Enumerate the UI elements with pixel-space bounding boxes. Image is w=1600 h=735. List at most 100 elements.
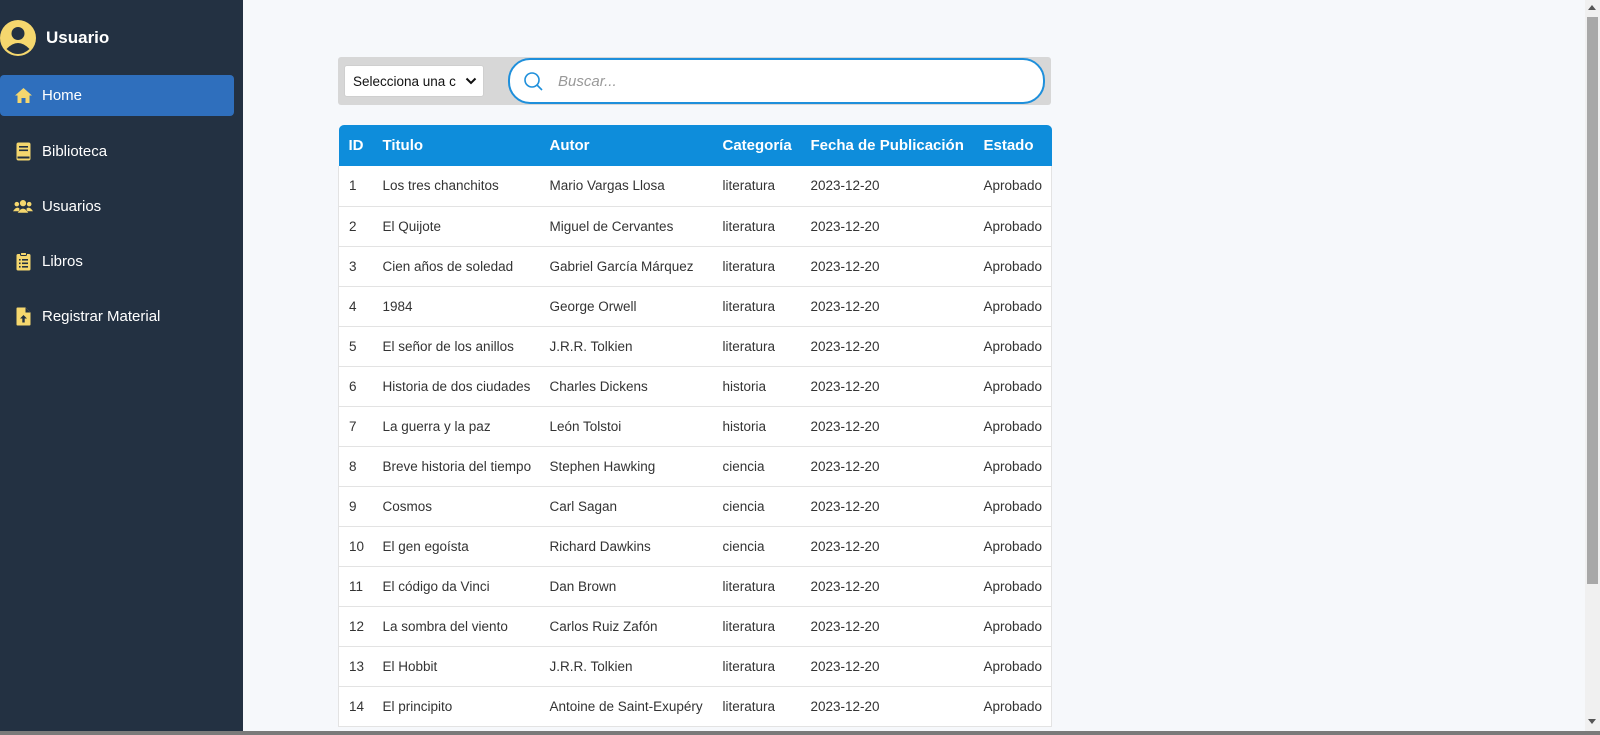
table-row[interactable]: 7 La guerra y la paz León Tolstoi historia 2… — [338, 406, 1052, 446]
cell-estado: Aprobado — [973, 326, 1052, 366]
column-header-id[interactable]: ID — [339, 125, 373, 166]
cell-categoria: literatura — [722, 258, 776, 274]
cell-fecha: 2023-12-20 — [810, 338, 880, 354]
cell-id: 9 — [338, 486, 373, 526]
table-row[interactable]: 9 Cosmos Carl Sagan ciencia 2023-12-20 Aproba… — [338, 486, 1052, 526]
cell-titulo: El Quijote — [382, 218, 442, 234]
cell-fecha: 2023-12-20 — [810, 298, 880, 314]
table-row[interactable]: 3 Cien años de soledad Gabriel García Márq… — [338, 246, 1052, 286]
column-header-fecha[interactable]: Fecha de Publicación — [801, 125, 974, 166]
category-select[interactable]: Selecciona una c — [344, 65, 484, 97]
table-row[interactable]: 11 El código da Vinci Dan Brown literatura 2… — [338, 566, 1052, 606]
sidebar-item-libros[interactable]: Libros — [0, 241, 234, 282]
search-box[interactable] — [508, 58, 1045, 104]
sidebar-item-label: Libros — [42, 253, 83, 270]
table-row[interactable]: 4 1984 George Orwell literatura 2023-12-20 Ap… — [338, 286, 1052, 326]
cell-categoria: literatura — [722, 298, 776, 314]
cell-titulo: El código da Vinci — [382, 578, 490, 594]
table-row[interactable]: 13 El Hobbit J.R.R. Tolkien literatura 2023-… — [338, 646, 1052, 686]
cell-categoria: historia — [722, 418, 767, 434]
table-row[interactable]: 6 Historia de dos ciudades Charles Dickens… — [338, 366, 1052, 406]
cell-titulo: La sombra del viento — [382, 618, 508, 634]
books-table: ID Titulo Autor Categoría Fecha de Publi… — [338, 125, 1052, 727]
column-header-categoria[interactable]: Categoría — [713, 125, 801, 166]
column-header-estado[interactable]: Estado — [974, 125, 1052, 166]
table-row[interactable]: 8 Breve historia del tiempo Stephen Hawkin… — [338, 446, 1052, 486]
sidebar-item-usuarios[interactable]: Usuarios — [0, 186, 234, 227]
cell-autor: Charles Dickens — [549, 378, 648, 394]
sidebar-item-label: Home — [42, 87, 83, 104]
vertical-scrollbar[interactable] — [1585, 0, 1600, 731]
cell-fecha: 2023-12-20 — [810, 618, 880, 634]
cell-fecha: 2023-12-20 — [810, 258, 880, 274]
cell-categoria: historia — [722, 378, 767, 394]
horizontal-scrollbar[interactable] — [0, 731, 1600, 735]
cell-autor: J.R.R. Tolkien — [549, 658, 633, 674]
cell-fecha: 2023-12-20 — [810, 578, 880, 594]
cell-categoria: literatura — [722, 218, 776, 234]
table-row[interactable]: 10 El gen egoísta Richard Dawkins ciencia 20… — [338, 526, 1052, 566]
cell-estado: Aprobado — [973, 246, 1052, 286]
cell-fecha: 2023-12-20 — [810, 378, 880, 394]
cell-estado: Aprobado — [973, 526, 1052, 566]
table-row[interactable]: 12 La sombra del viento Carlos Ruiz Zafón l… — [338, 606, 1052, 646]
cell-estado: Aprobado — [973, 166, 1052, 206]
sidebar: Usuario Home Biblioteca Usuarios Libros … — [0, 0, 243, 731]
search-input[interactable] — [558, 72, 998, 90]
cell-autor: Carlos Ruiz Zafón — [549, 618, 658, 634]
book-icon — [13, 142, 33, 162]
cell-estado: Aprobado — [973, 606, 1052, 646]
cell-estado: Aprobado — [973, 646, 1052, 686]
cell-autor: George Orwell — [549, 298, 637, 314]
sidebar-item-label: Registrar Material — [42, 308, 161, 325]
cell-fecha: 2023-12-20 — [810, 418, 880, 434]
cell-titulo: La guerra y la paz — [382, 418, 491, 434]
cell-id: 13 — [338, 646, 373, 686]
table-row[interactable]: 14 El principito Antoine de Saint-Exupéry l… — [338, 686, 1052, 726]
scroll-down-arrow-icon[interactable] — [1588, 719, 1596, 724]
cell-titulo: Cosmos — [382, 498, 433, 514]
cell-fecha: 2023-12-20 — [810, 698, 880, 714]
cell-estado: Aprobado — [973, 446, 1052, 486]
table-row[interactable]: 1 Los tres chanchitos Mario Vargas Llosa li… — [338, 166, 1052, 206]
scroll-up-arrow-icon[interactable] — [1588, 5, 1596, 10]
cell-estado: Aprobado — [973, 206, 1052, 246]
cell-categoria: literatura — [722, 578, 776, 594]
scrollbar-thumb[interactable] — [1587, 17, 1598, 584]
column-header-titulo[interactable]: Titulo — [373, 125, 540, 166]
cell-categoria: ciencia — [722, 538, 765, 554]
cell-estado: Aprobado — [973, 566, 1052, 606]
sidebar-item-biblioteca[interactable]: Biblioteca — [0, 131, 234, 172]
user-name: Usuario — [46, 28, 110, 47]
clipboard-icon — [13, 252, 33, 272]
sidebar-item-registrar-material[interactable]: Registrar Material — [0, 296, 234, 337]
cell-fecha: 2023-12-20 — [810, 658, 880, 674]
cell-id: 12 — [338, 606, 373, 646]
cell-id: 11 — [338, 566, 373, 606]
cell-estado: Aprobado — [973, 366, 1052, 406]
user-header[interactable]: Usuario — [0, 19, 109, 57]
column-header-autor[interactable]: Autor — [540, 125, 713, 166]
table-row[interactable]: 5 El señor de los anillos J.R.R. Tolkien li… — [338, 326, 1052, 366]
cell-titulo: Breve historia del tiempo — [382, 458, 532, 474]
cell-estado: Aprobado — [973, 486, 1052, 526]
cell-estado: Aprobado — [973, 286, 1052, 326]
cell-categoria: literatura — [722, 178, 776, 194]
table-row[interactable]: 2 El Quijote Miguel de Cervantes literatura… — [338, 206, 1052, 246]
cell-titulo: El principito — [382, 698, 453, 714]
cell-autor: J.R.R. Tolkien — [549, 338, 633, 354]
cell-autor: Carl Sagan — [549, 498, 618, 514]
cell-categoria: literatura — [722, 618, 776, 634]
cell-categoria: ciencia — [722, 498, 765, 514]
cell-id: 8 — [338, 446, 373, 486]
cell-fecha: 2023-12-20 — [810, 218, 880, 234]
cell-titulo: 1984 — [382, 298, 413, 314]
file-upload-icon — [13, 307, 33, 327]
cell-autor: Richard Dawkins — [549, 538, 651, 554]
cell-fecha: 2023-12-20 — [810, 458, 880, 474]
cell-fecha: 2023-12-20 — [810, 538, 880, 554]
cell-categoria: literatura — [722, 338, 776, 354]
cell-estado: Aprobado — [973, 686, 1052, 726]
chevron-down-icon — [465, 77, 477, 85]
sidebar-item-home[interactable]: Home — [0, 75, 234, 116]
